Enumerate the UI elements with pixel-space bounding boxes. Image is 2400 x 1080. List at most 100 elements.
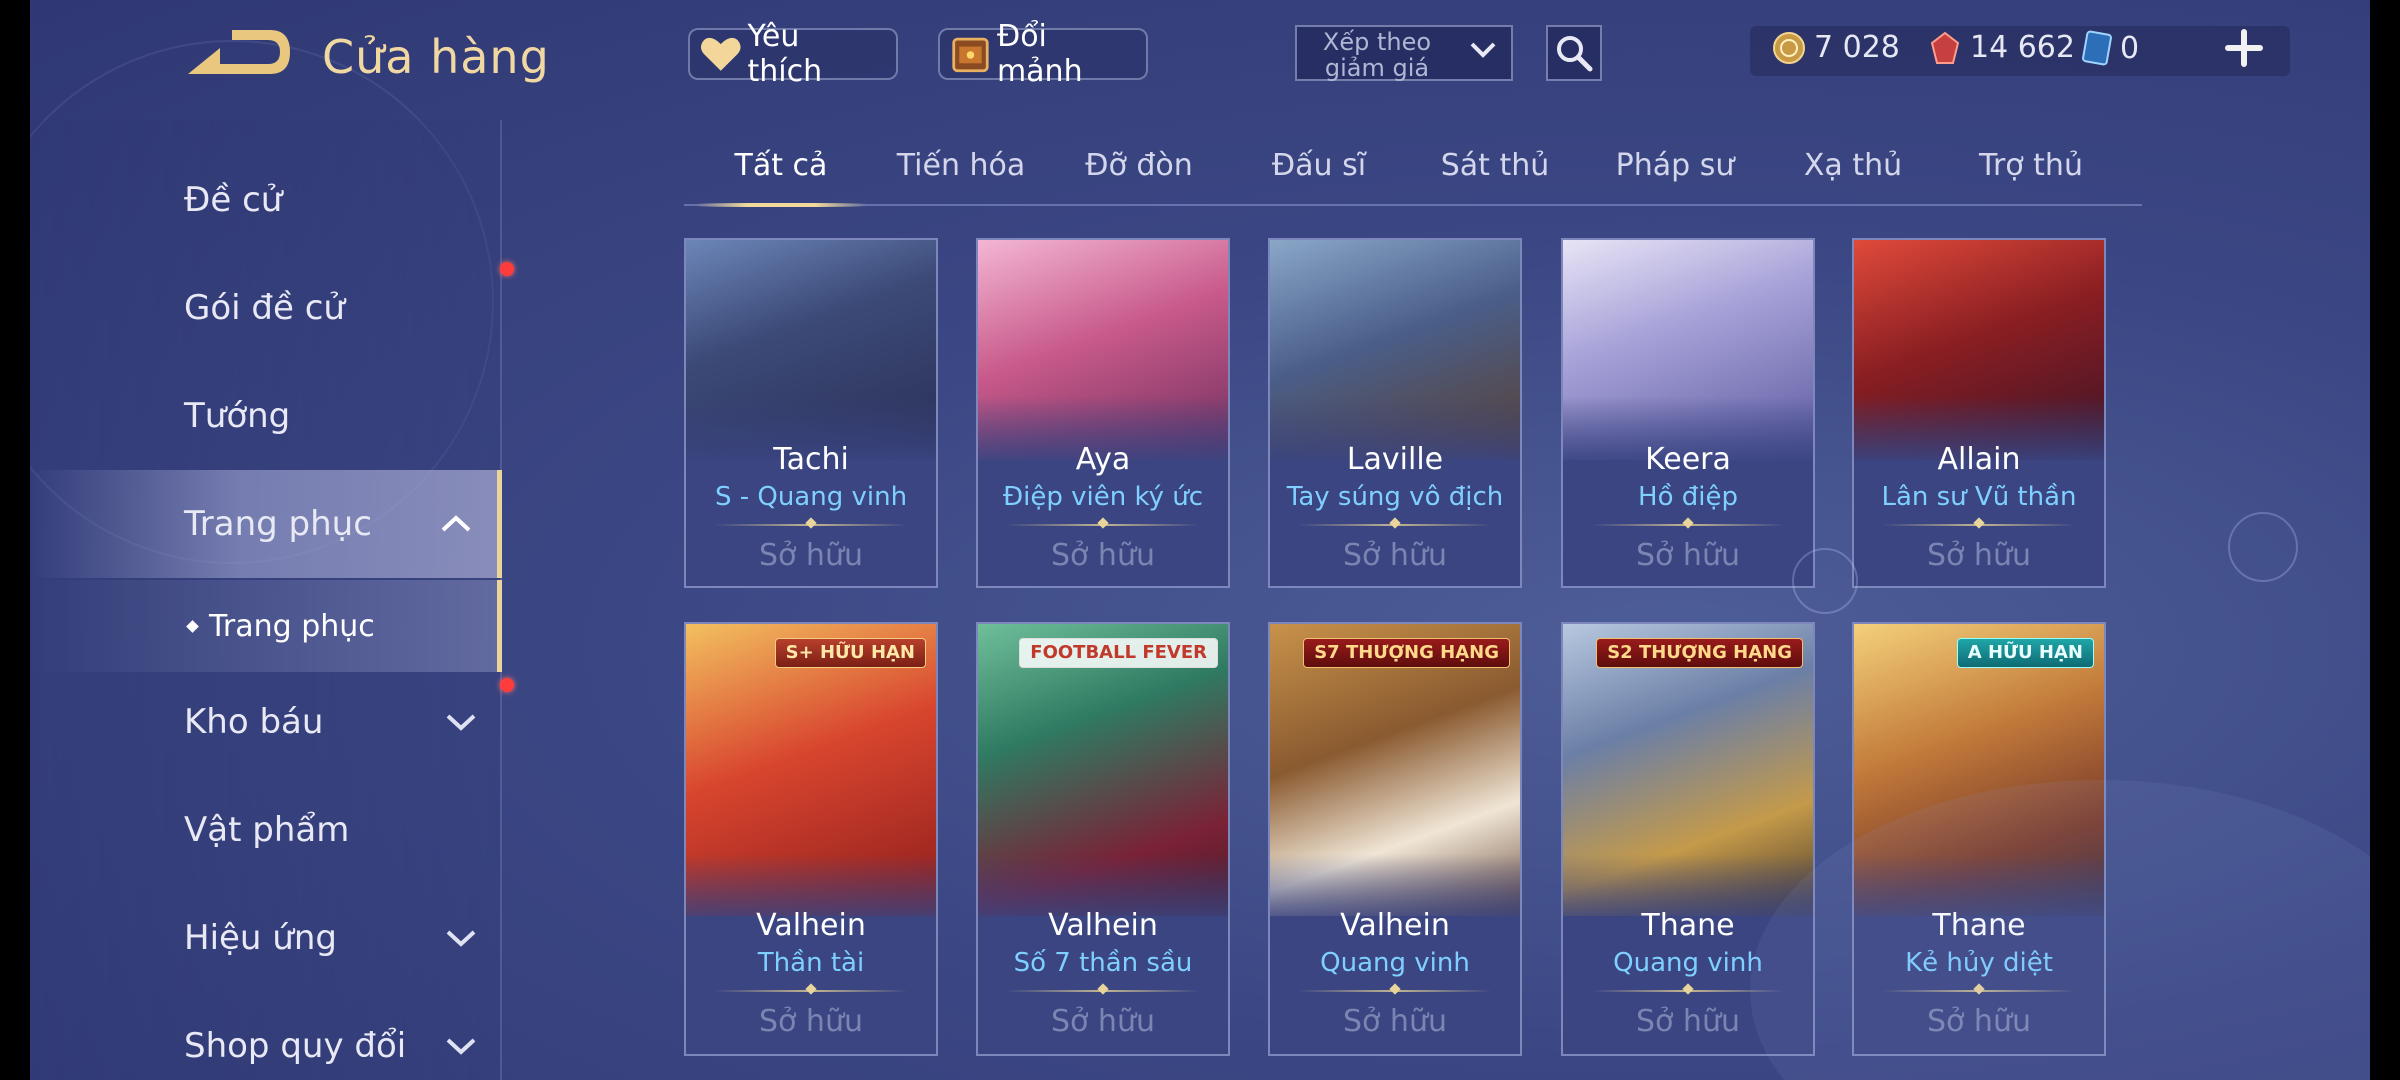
gold-currency: 7 028 (1772, 30, 1900, 65)
skin-card[interactable]: S7 THƯỢNG HẠNG Valhein Quang vinh Sở hữu (1268, 622, 1522, 1056)
skin-name: Lân sư Vũ thần (1881, 482, 2077, 512)
top-up-button[interactable] (2224, 28, 2264, 68)
category-tabs: Tất cả Tiến hóa Đỡ đòn Đấu sĩ Sát thủ Ph… (684, 136, 2142, 207)
owned-status: Sở hữu (759, 538, 863, 573)
hero-name: Thane (1641, 908, 1735, 943)
skin-tier-badge: S+ HỮU HẠN (774, 638, 926, 668)
decorative-ring (1792, 548, 1858, 614)
voucher-card-icon (2082, 30, 2112, 66)
hero-name: Valhein (1048, 908, 1158, 943)
back-arrow-icon (188, 30, 290, 74)
tab-assassin[interactable]: Sát thủ (1410, 148, 1580, 183)
skin-name: Điệp viên ký ức (1002, 482, 1204, 512)
sidebar-item-label: Trang phục (184, 504, 372, 544)
plus-icon (2225, 29, 2263, 67)
skin-name: Kẻ hủy diệt (1905, 948, 2053, 978)
sidebar-subitem-label: Trang phục (209, 608, 375, 644)
chevron-down-icon (1470, 42, 1496, 58)
skin-card[interactable]: Aya Điệp viên ký ức Sở hữu (976, 238, 1230, 588)
sidebar-item-effects[interactable]: Hiệu ứng (30, 884, 502, 992)
divider (1882, 990, 2076, 992)
voucher-amount: 0 (2120, 30, 2140, 66)
owned-status: Sở hữu (1051, 538, 1155, 573)
tab-marksman[interactable]: Xạ thủ (1768, 148, 1938, 183)
skin-card[interactable]: Tachi S - Quang vinh Sở hữu (684, 238, 938, 588)
owned-status: Sở hữu (1051, 1004, 1155, 1039)
divider (1882, 524, 2076, 526)
rank-season-badge: S7 THƯỢNG HẠNG (1303, 638, 1510, 668)
owned-status: Sở hữu (1636, 1004, 1740, 1039)
hero-name: Thane (1932, 908, 2026, 943)
sort-dropdown[interactable]: Xếp theo giảm giá (1295, 25, 1513, 81)
divider (1006, 524, 1200, 526)
sidebar-item-label: Kho báu (184, 702, 324, 742)
voucher-currency: 0 (2082, 30, 2139, 66)
skin-card[interactable]: Allain Lân sư Vũ thần Sở hữu (1852, 238, 2106, 588)
favorites-button[interactable]: Yêu thích (688, 19, 898, 89)
hero-name: Valhein (756, 908, 866, 943)
owned-status: Sở hữu (1343, 1004, 1447, 1039)
sidebar-item-label: Tướng (184, 396, 291, 436)
sidebar-item-label: Vật phẩm (184, 810, 350, 850)
tab-fighter[interactable]: Đấu sĩ (1234, 148, 1404, 183)
skin-card[interactable]: S2 THƯỢNG HẠNG Thane Quang vinh Sở hữu (1561, 622, 1815, 1056)
sidebar-item-exchange-shop[interactable]: Shop quy đổi (30, 992, 502, 1080)
divider (714, 990, 908, 992)
ruby-amount: 14 662 (1970, 30, 2075, 65)
notification-dot (500, 262, 514, 276)
search-icon (1557, 36, 1593, 72)
sidebar-item-label: Đề cử (184, 180, 283, 220)
tab-evolution[interactable]: Tiến hóa (876, 148, 1046, 183)
notification-dot (500, 678, 514, 692)
active-tab-indicator (696, 203, 866, 207)
chevron-up-icon (441, 515, 471, 532)
shop-screen: Cửa hàng Yêu thích Đổi mảnh Xếp theo giả… (30, 0, 2370, 1080)
sidebar-item-label: Hiệu ứng (184, 918, 337, 958)
owned-status: Sở hữu (1343, 538, 1447, 573)
treasure-chest-icon (952, 37, 989, 73)
skin-card[interactable]: Keera Hồ điệp Sở hữu (1561, 238, 1815, 588)
hero-name: Laville (1346, 442, 1444, 477)
skin-card[interactable]: FOOTBALL FEVER Valhein Số 7 thần sầu Sở … (976, 622, 1230, 1056)
divider (1006, 990, 1200, 992)
hero-name: Keera (1645, 442, 1731, 477)
search-button[interactable] (1546, 25, 1602, 81)
sidebar-item-heroes[interactable]: Tướng (30, 362, 502, 470)
divider (1298, 524, 1492, 526)
heart-icon (700, 37, 741, 71)
tab-all[interactable]: Tất cả (696, 148, 866, 183)
skin-tier-badge: A HỮU HẠN (1956, 638, 2094, 668)
sidebar-item-items[interactable]: Vật phẩm (30, 776, 502, 884)
fragment-exchange-button[interactable]: Đổi mảnh (938, 19, 1148, 89)
skin-name: Tay súng vô địch (1286, 482, 1504, 512)
sidebar-item-treasure[interactable]: Kho báu (30, 668, 502, 776)
divider (714, 524, 908, 526)
decorative-ring (2228, 512, 2298, 582)
skin-name: Hồ điệp (1638, 482, 1738, 512)
skin-card[interactable]: Laville Tay súng vô địch Sở hữu (1268, 238, 1522, 588)
skin-name: Thần tài (757, 948, 865, 978)
tab-tank[interactable]: Đỡ đòn (1054, 148, 1224, 183)
sidebar-item-label: Gói đề cử (184, 288, 345, 328)
ruby-currency: 14 662 (1928, 30, 2075, 65)
sidebar-subitem-skins[interactable]: Trang phục (30, 580, 502, 672)
skin-name: S - Quang vinh (714, 482, 908, 512)
sidebar-item-recommended[interactable]: Đề cử (30, 146, 502, 254)
divider (1591, 524, 1785, 526)
tab-support[interactable]: Trợ thủ (1946, 148, 2116, 183)
bullet-icon (186, 619, 199, 633)
sort-dropdown-label: Xếp theo giảm giá (1322, 28, 1432, 82)
owned-status: Sở hữu (1636, 538, 1740, 573)
skin-name: Số 7 thần sầu (1013, 948, 1193, 978)
hero-name: Valhein (1340, 908, 1450, 943)
back-button[interactable] (180, 28, 290, 88)
hero-name: Aya (1075, 442, 1131, 477)
tab-mage[interactable]: Pháp sư (1590, 148, 1760, 183)
skin-card[interactable]: A HỮU HẠN Thane Kẻ hủy diệt Sở hữu (1852, 622, 2106, 1056)
sidebar-item-bundles[interactable]: Gói đề cử (30, 254, 502, 362)
chevron-down-icon (446, 1038, 476, 1055)
skin-card[interactable]: S+ HỮU HẠN Valhein Thần tài Sở hữu (684, 622, 938, 1056)
chevron-down-icon (446, 930, 476, 947)
divider (1298, 990, 1492, 992)
sidebar-item-skins[interactable]: Trang phục (30, 470, 502, 578)
